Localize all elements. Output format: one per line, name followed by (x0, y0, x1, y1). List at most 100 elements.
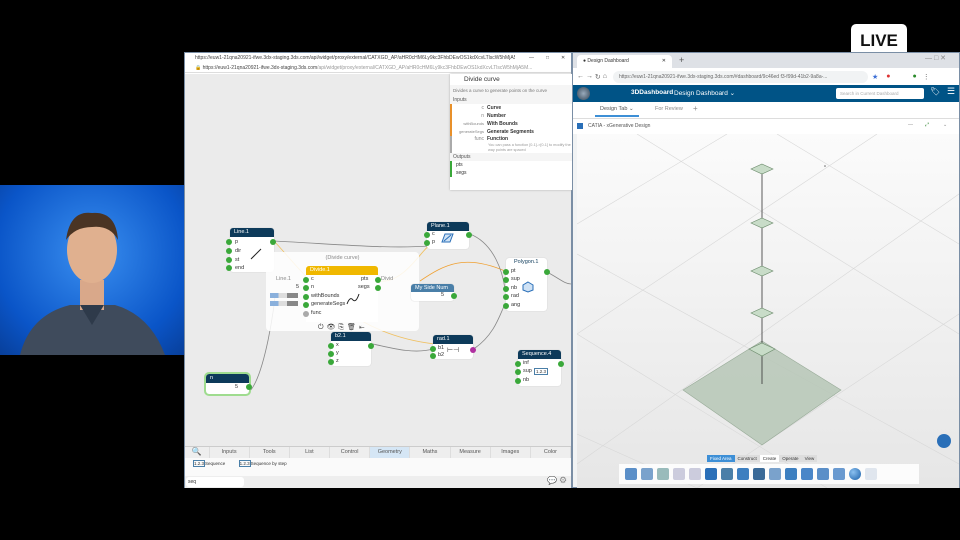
settings-icon[interactable]: ⚙ (559, 475, 567, 486)
window-controls[interactable]: — □ ✕ (925, 54, 946, 62)
port[interactable] (303, 277, 309, 283)
group-actions[interactable]: ⏻👁⎘🗑⇤ (318, 323, 368, 332)
palette-item-sequence-by-step[interactable]: 1.2.3Sequence by step (238, 460, 287, 467)
port[interactable] (375, 285, 381, 291)
port[interactable] (466, 232, 472, 238)
redo-icon[interactable] (673, 468, 685, 480)
undo-icon[interactable] (657, 468, 669, 480)
port[interactable] (544, 269, 550, 275)
node-n[interactable]: n 5 (204, 372, 252, 396)
port[interactable] (470, 347, 476, 353)
tag-icon[interactable]: 🏷 (930, 87, 940, 96)
tab-control[interactable]: Control (330, 447, 371, 458)
port[interactable] (558, 361, 564, 367)
port[interactable] (226, 257, 232, 263)
comment-icon[interactable]: 💬 (547, 476, 557, 485)
revolve-icon[interactable] (801, 468, 813, 480)
home-icon[interactable]: ⌂ (603, 73, 607, 80)
tab-images[interactable]: Images (491, 447, 531, 458)
node-rad[interactable]: rad.1 b1 b2 ⊢⊣ (430, 335, 476, 359)
tab-inputs[interactable]: Inputs (210, 447, 250, 458)
address-bar[interactable]: 🔒 https://euw1-21qna20921-ifwe.3dx-stagi… (185, 63, 571, 73)
back-icon[interactable]: ← (577, 73, 584, 80)
tab-fixed-area[interactable]: Fixed Area (707, 455, 735, 462)
port[interactable] (368, 343, 374, 349)
port[interactable] (303, 294, 309, 300)
tab-geometry[interactable]: Geometry (370, 447, 411, 458)
close-button[interactable]: ✕ (561, 55, 565, 61)
sweep-icon[interactable] (753, 468, 765, 480)
expand-widget-button[interactable]: ⤢ (925, 122, 929, 128)
port[interactable] (270, 239, 276, 245)
search-input[interactable]: seq (186, 477, 244, 487)
toggle-withbounds[interactable] (270, 293, 298, 298)
tab-create[interactable]: Create (759, 455, 780, 462)
tab-design[interactable]: Design Tab ⌄ (595, 106, 639, 117)
minimize-widget-button[interactable]: — (908, 122, 913, 128)
3d-viewport[interactable]: Fixed Area Construct Create Operate View (576, 133, 960, 489)
tab-list[interactable]: List (290, 447, 331, 458)
port[interactable] (503, 294, 509, 300)
point-icon[interactable] (705, 468, 717, 480)
tab-maths[interactable]: Maths (410, 447, 451, 458)
save-icon[interactable] (641, 468, 653, 480)
feed-icon[interactable] (689, 468, 701, 480)
node-divide[interactable]: Divide.1 Line.1 5 c n withBounds generat… (270, 266, 393, 322)
node-plane[interactable]: Plane.1 c p (424, 222, 472, 249)
tab-for-review[interactable]: For Review (655, 106, 683, 112)
port[interactable] (424, 240, 430, 246)
node-side-num[interactable]: My Side Num 5 (411, 284, 457, 301)
port[interactable] (430, 346, 436, 352)
port[interactable] (303, 311, 309, 317)
tab-color[interactable]: Color (531, 447, 572, 458)
surface-icon[interactable] (769, 468, 781, 480)
node-b2[interactable]: b2.1 x y z (328, 332, 374, 366)
home-view-icon[interactable] (625, 468, 637, 480)
tab-tools[interactable]: Tools (250, 447, 290, 458)
divide-curve-group[interactable]: (Divide curve) Divide.1 Line.1 5 c n wit… (266, 252, 419, 331)
port[interactable] (515, 369, 521, 375)
port[interactable] (503, 303, 509, 309)
port[interactable] (303, 285, 309, 291)
add-tab-button[interactable]: + (693, 104, 698, 113)
port[interactable] (503, 277, 509, 283)
forward-icon[interactable]: → (586, 73, 593, 80)
port[interactable] (424, 232, 430, 238)
port[interactable] (303, 302, 309, 308)
port[interactable] (515, 378, 521, 384)
sphere-icon[interactable] (849, 468, 861, 480)
tab-construct[interactable]: Construct (734, 455, 760, 462)
tab-measure[interactable]: Measure (451, 447, 491, 458)
search-tab[interactable]: 🔍 (185, 447, 210, 458)
tab-operate[interactable]: Operate (779, 455, 802, 462)
port[interactable] (451, 293, 457, 299)
dashboard-selector[interactable]: Design Dashboard ⌄ (674, 89, 735, 97)
new-tab-button[interactable]: + (679, 55, 684, 65)
url-input[interactable]: https://euw1-21qna20921-ifwe.3dx-staging… (612, 70, 868, 83)
port[interactable] (503, 269, 509, 275)
port[interactable] (226, 265, 232, 271)
dashboard-search-input[interactable]: Search in Current Dashboard (836, 88, 924, 99)
minimize-button[interactable]: — (529, 55, 534, 61)
port[interactable] (328, 343, 334, 349)
extension-icon[interactable]: ● (886, 73, 890, 80)
menu-icon[interactable]: ⋮ (923, 73, 930, 81)
reload-icon[interactable]: ↻ (595, 73, 601, 81)
port[interactable] (515, 361, 521, 367)
port[interactable] (246, 384, 252, 390)
profile-avatar[interactable]: ● (912, 73, 916, 80)
browser-tab[interactable]: ● Design Dashboard ✕ (577, 55, 672, 68)
loft-icon[interactable] (817, 468, 829, 480)
extrude-icon[interactable] (785, 468, 797, 480)
tab-view[interactable]: View (801, 455, 818, 462)
curve-icon[interactable] (737, 468, 749, 480)
box-icon[interactable] (833, 468, 845, 480)
port[interactable] (328, 359, 334, 365)
port[interactable] (503, 286, 509, 292)
node-canvas[interactable]: Divide curve Divides a curve to generate… (185, 74, 573, 446)
compass-icon[interactable] (577, 87, 590, 100)
bookmark-star-icon[interactable]: ★ (872, 73, 878, 81)
palette-item-sequence[interactable]: 1.2.3Sequence (193, 460, 225, 467)
node-sequence[interactable]: Sequence.4 inf sup 1.2.3 nb (515, 350, 564, 386)
toggle-generatesegs[interactable] (270, 301, 298, 306)
